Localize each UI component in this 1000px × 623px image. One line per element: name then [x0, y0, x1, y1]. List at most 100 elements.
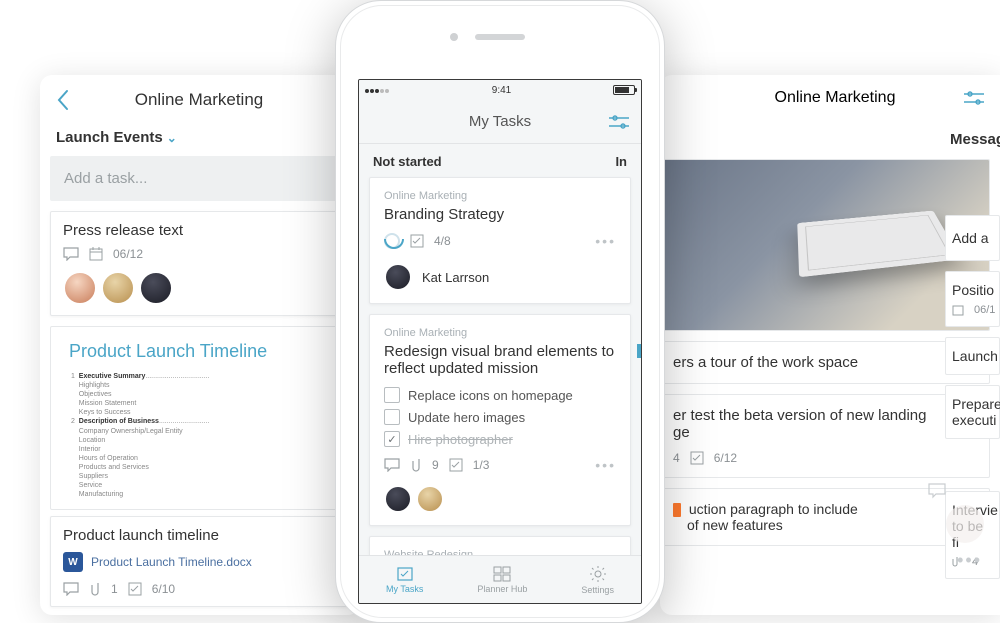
phone-header: My Tasks: [359, 100, 641, 144]
avatar[interactable]: [384, 485, 412, 513]
calendar-icon: [89, 247, 103, 261]
more-icon[interactable]: •••: [957, 550, 982, 571]
right-title: Online Marketing: [775, 89, 896, 107]
task-meta: 9 1/3 •••: [384, 457, 616, 473]
project-label: Online Marketing: [384, 190, 616, 202]
avatar[interactable]: [416, 485, 444, 513]
task-title: Product launch timeline: [63, 527, 337, 544]
tab-bar: My Tasks Planner Hub Settings: [359, 555, 641, 603]
more-icon[interactable]: •••: [595, 233, 616, 249]
document-preview[interactable]: Product Launch Timeline 1 Executive Summ…: [50, 326, 350, 510]
checkbox-icon[interactable]: [384, 409, 400, 425]
avatar[interactable]: [384, 263, 412, 291]
task-card[interactable]: ers a tour of the work space: [660, 341, 990, 384]
check-count: 6/12: [714, 451, 737, 465]
doc-preview-title: Product Launch Timeline: [69, 341, 339, 362]
task-date: 06/1: [974, 304, 995, 316]
subtask-row[interactable]: Update hero images: [384, 409, 616, 425]
task-card[interactable]: Product launch timeline W Product Launch…: [50, 516, 350, 607]
phone-title: My Tasks: [469, 113, 531, 130]
task-card[interactable]: Online Marketing Branding Strategy 4/8 •…: [369, 177, 631, 304]
checklist-icon: [690, 451, 704, 465]
checklist-icon: [410, 234, 424, 248]
avatar: [946, 505, 984, 543]
task-card[interactable]: Press release text 06/12: [50, 211, 350, 316]
tab-label: My Tasks: [386, 584, 423, 594]
assignee-row: Kat Larrson: [384, 263, 616, 291]
task-meta: 4 6/12: [673, 451, 977, 465]
check-count: 4/8: [434, 234, 451, 248]
tab-settings[interactable]: Settings: [581, 565, 614, 595]
comment-icon: [928, 483, 946, 499]
section-header: Not started In: [359, 144, 641, 177]
check-count: 1/3: [473, 458, 490, 472]
attach-count: 9: [432, 458, 439, 472]
progress-icon: [384, 233, 400, 249]
tablet-left-panel: Online Marketing Launch Events ⌄ Add a t…: [40, 75, 360, 615]
tablet-right-panel: Online Marketing ers a tour of the work …: [660, 75, 1000, 615]
task-date: 06/12: [113, 247, 143, 261]
back-icon[interactable]: [56, 89, 70, 111]
task-meta: 1 6/10: [63, 582, 337, 596]
comment-icon[interactable]: [63, 582, 79, 596]
right-header: Online Marketing: [660, 75, 1000, 117]
date-fragment: 4: [673, 451, 680, 465]
doc-outline: 1 Executive Summary.....................…: [71, 372, 339, 499]
task-card[interactable]: Website Redesign Include social media ta…: [369, 536, 631, 555]
subtask-row[interactable]: ✓Hire photographer: [384, 431, 616, 447]
avatar[interactable]: [63, 271, 97, 305]
section-dropdown[interactable]: Launch Events ⌄: [40, 121, 360, 152]
phone-camera: [450, 33, 458, 41]
attach-count: 1: [111, 582, 118, 596]
checkbox-icon[interactable]: [384, 387, 400, 403]
task-title: Branding Strategy: [384, 206, 616, 223]
file-attachment[interactable]: W Product Launch Timeline.docx: [63, 552, 337, 572]
assignee-avatars: [63, 271, 337, 305]
add-task-input[interactable]: Add a task...: [50, 156, 350, 201]
subtask-label: Update hero images: [408, 410, 525, 425]
tab-planner-hub[interactable]: Planner Hub: [477, 566, 527, 594]
attachment-icon: [410, 458, 422, 472]
task-title: ers a tour of the work space: [673, 354, 858, 371]
phone-scroll-area[interactable]: Not started In Online Marketing Branding…: [359, 144, 641, 555]
avatar[interactable]: [139, 271, 173, 305]
avatar[interactable]: [101, 271, 135, 305]
calendar-icon: [952, 304, 964, 316]
phone-speaker: [475, 34, 525, 40]
add-task-input[interactable]: Add a: [945, 215, 1000, 261]
task-card[interactable]: Positio 06/1: [945, 271, 1000, 327]
tab-label: Planner Hub: [477, 584, 527, 594]
phone-device-frame: 9:41 My Tasks Not started In Online Mark…: [335, 0, 665, 623]
photo-card[interactable]: [660, 159, 990, 331]
task-title-cont: executi: [952, 412, 993, 428]
tab-my-tasks[interactable]: My Tasks: [386, 566, 423, 594]
column-header-messaging[interactable]: Messaging: [940, 123, 1000, 148]
task-meta: 06/12: [63, 247, 337, 261]
filter-icon[interactable]: [964, 90, 984, 106]
chevron-down-icon: ⌄: [167, 131, 177, 145]
subtask-row[interactable]: Replace icons on homepage: [384, 387, 616, 403]
checkbox-checked-icon[interactable]: ✓: [384, 431, 400, 447]
task-card[interactable]: Online Marketing Redesign visual brand e…: [369, 314, 631, 526]
subtask-label: Replace icons on homepage: [408, 388, 573, 403]
project-label: Online Marketing: [384, 327, 616, 339]
task-card[interactable]: Launch: [945, 337, 1000, 375]
task-meta: 4/8 •••: [384, 233, 616, 249]
task-card[interactable]: er test the beta version of new landing …: [660, 394, 990, 478]
task-card[interactable]: Prepare executi: [945, 385, 1000, 439]
comment-icon[interactable]: [384, 458, 400, 472]
comment-icon[interactable]: [63, 247, 79, 261]
assignee-name: Kat Larrson: [422, 270, 489, 285]
attachment-icon: [89, 582, 101, 596]
peek-indicator: [637, 344, 641, 358]
filter-icon[interactable]: [609, 114, 629, 130]
task-title: er test the beta version of new landing: [673, 407, 977, 424]
tab-label: Settings: [581, 585, 614, 595]
task-title: uction paragraph to include: [689, 501, 858, 517]
status-bar: 9:41: [359, 80, 641, 100]
status-time: 9:41: [492, 85, 511, 96]
left-header: Online Marketing: [40, 75, 360, 121]
left-title: Online Marketing: [135, 90, 264, 110]
more-icon[interactable]: •••: [595, 457, 616, 473]
battery-icon: [613, 85, 635, 95]
